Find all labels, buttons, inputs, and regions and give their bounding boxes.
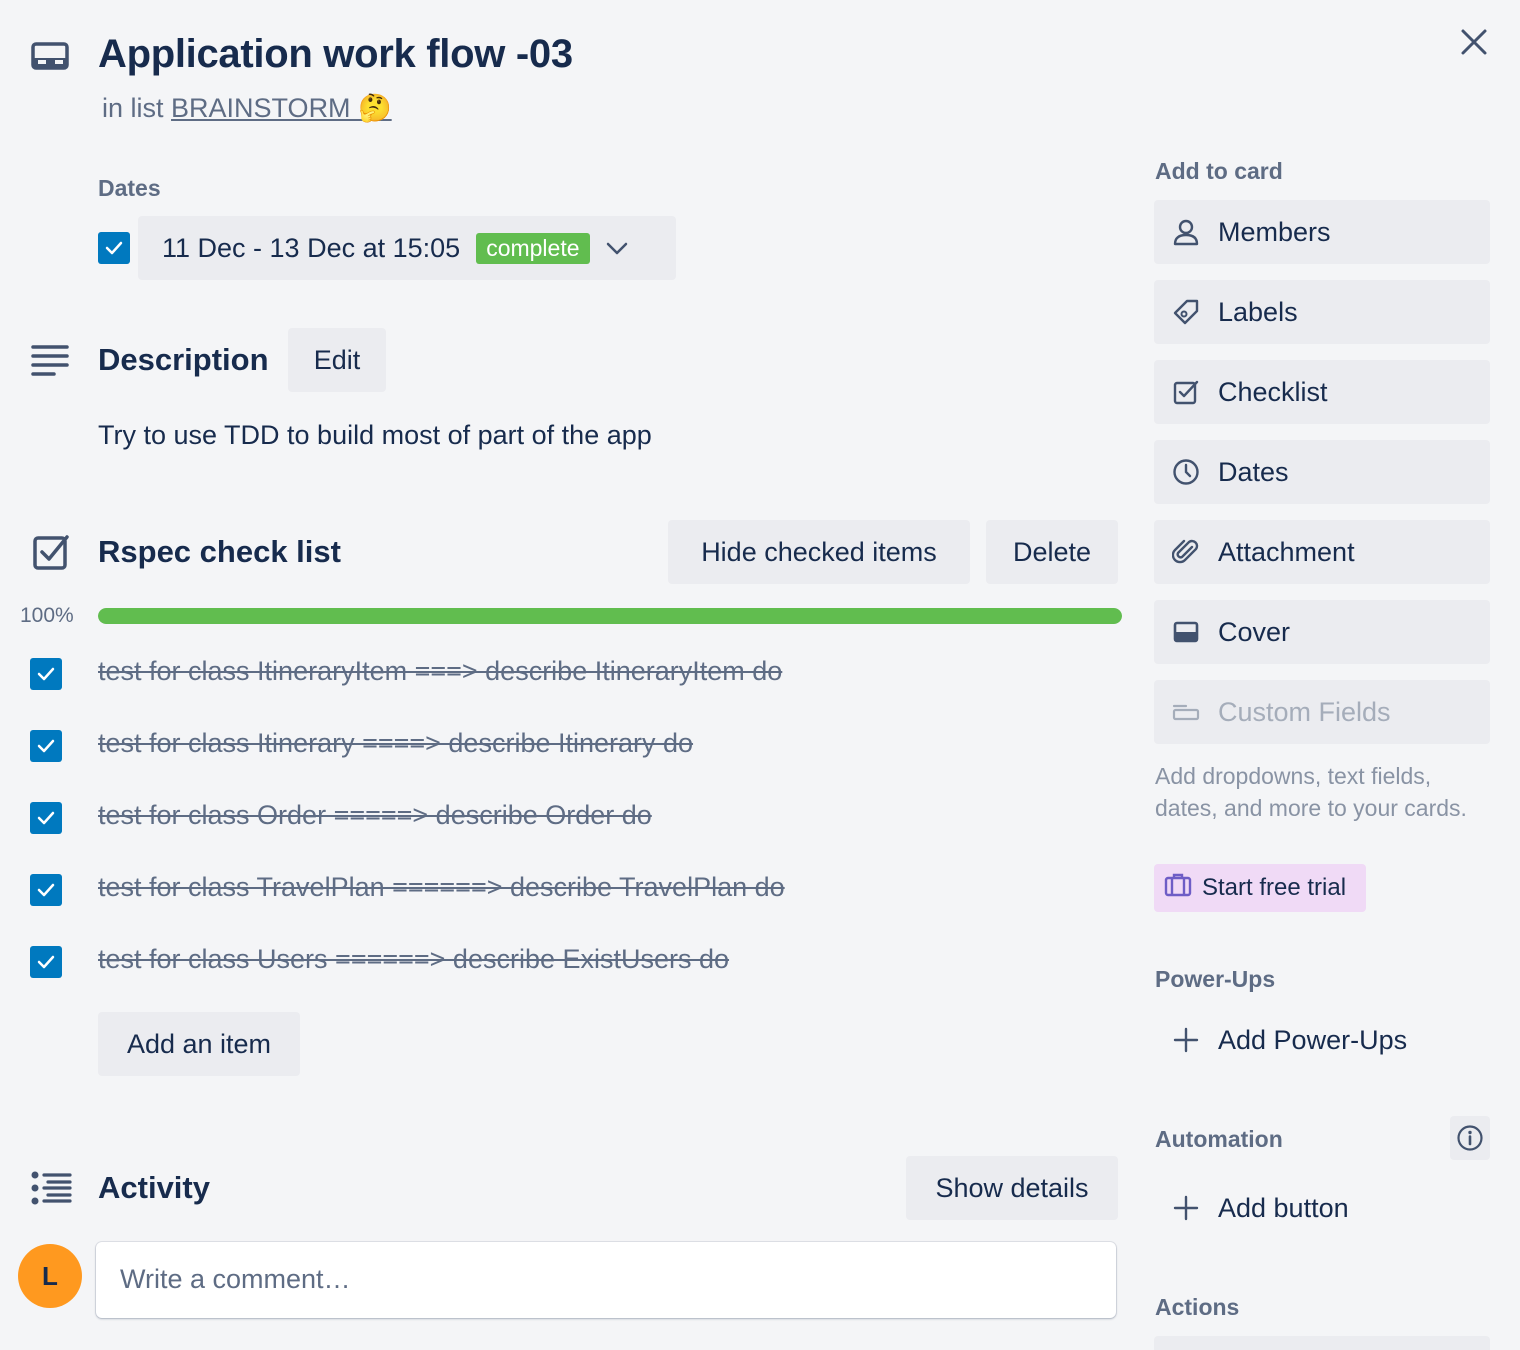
close-icon [1461,29,1487,55]
attachment-label: Attachment [1218,536,1355,567]
description-icon [30,343,70,377]
description-title: Description [98,342,269,377]
plus-icon [1172,1194,1200,1222]
add-button-label: Add button [1218,1192,1349,1223]
check-icon [37,811,55,825]
edit-description-button[interactable]: Edit [288,328,386,392]
dates-complete-checkbox[interactable] [98,232,130,264]
labels-label: Labels [1218,296,1298,327]
in-list-text: in list BRAINSTORM 🤔 [102,92,392,124]
plus-icon [1172,1026,1200,1054]
checklist-item[interactable]: test for class ItineraryItem ===> descri… [30,650,1120,722]
comment-input[interactable]: Write a comment… [96,1242,1116,1318]
activity-icon [30,1170,72,1206]
checklist-icon [32,533,70,571]
custom-fields-icon [1172,698,1200,726]
person-icon [1172,218,1200,246]
checkbox-icon [1172,378,1200,406]
checklist-item[interactable]: test for class Users ======> describe Ex… [30,938,1120,1010]
power-ups-label: Power-Ups [1155,966,1276,992]
list-name-link[interactable]: BRAINSTORM 🤔 [171,93,392,123]
checklist-item-checkbox[interactable] [30,946,62,978]
close-button[interactable] [1454,22,1494,62]
hide-checked-items-button[interactable]: Hide checked items [668,520,970,584]
status-badge: complete [476,232,590,264]
description-text[interactable]: Try to use TDD to build most of part of … [98,420,652,451]
automation-label: Automation [1155,1126,1283,1152]
progress-bar-fill [98,608,1122,624]
info-icon [1457,1125,1483,1151]
checklist-item-text[interactable]: test for class Order =====> describe Ord… [98,800,652,831]
check-icon [37,955,55,969]
checklist-item[interactable]: test for class TravelPlan ======> descri… [30,866,1120,938]
delete-checklist-button[interactable]: Delete [986,520,1118,584]
checklist-item[interactable]: test for class Itinerary ====> describe … [30,722,1120,794]
custom-fields-note: Add dropdowns, text fields, dates, and m… [1155,763,1467,821]
tag-icon [1172,298,1200,326]
add-button-button[interactable]: Add button [1154,1176,1490,1240]
checklist-item-checkbox[interactable] [30,730,62,762]
check-icon [37,667,55,681]
avatar[interactable]: L [18,1244,82,1308]
custom-fields-label: Custom Fields [1218,696,1391,727]
dates-button-label: Dates [1218,456,1289,487]
cover-button[interactable]: Cover [1154,600,1490,664]
chevron-down-icon [604,235,630,261]
checklist-item-text[interactable]: test for class Itinerary ====> describe … [98,728,693,759]
actions-label: Actions [1155,1294,1240,1320]
add-power-ups-button[interactable]: Add Power-Ups [1154,1008,1490,1072]
automation-info-button[interactable] [1450,1116,1490,1160]
check-icon [37,883,55,897]
attachment-button[interactable]: Attachment [1154,520,1490,584]
progress-percent: 100% [20,604,74,627]
start-free-trial-label: Start free trial [1202,874,1347,901]
paperclip-icon [1172,538,1200,566]
start-free-trial-button[interactable]: Start free trial [1154,864,1366,912]
checklist-item[interactable]: test for class Order =====> describe Ord… [30,794,1120,866]
checklist-item-checkbox[interactable] [30,874,62,906]
checklist-title: Rspec check list [98,534,341,569]
dates-range: 11 Dec - 13 Dec at 15:05 [162,232,461,263]
checklist-button-label: Checklist [1218,376,1328,407]
check-icon [105,241,123,255]
members-button[interactable]: Members [1154,200,1490,264]
dates-sidebar-button[interactable]: Dates [1154,440,1490,504]
card-icon [30,38,70,74]
checklist-button[interactable]: Checklist [1154,360,1490,424]
labels-button[interactable]: Labels [1154,280,1490,344]
checklist-item-checkbox[interactable] [30,658,62,690]
cover-label: Cover [1218,616,1291,647]
checklist-item-checkbox[interactable] [30,802,62,834]
members-label: Members [1218,216,1331,247]
show-details-button[interactable]: Show details [906,1156,1118,1220]
checklist-item-text[interactable]: test for class Users ======> describe Ex… [98,944,729,975]
custom-fields-button: Custom Fields [1154,680,1490,744]
add-power-ups-label: Add Power-Ups [1218,1024,1408,1055]
dates-button[interactable]: 11 Dec - 13 Dec at 15:05 complete [138,216,676,280]
in-list-prefix: in list [102,93,164,123]
clock-icon [1172,458,1200,486]
activity-title: Activity [98,1170,210,1205]
briefcase-icon [1164,872,1192,905]
add-to-card-label: Add to card [1155,158,1283,184]
checklist-item-text[interactable]: test for class TravelPlan ======> descri… [98,872,785,903]
progress-bar [98,608,1122,624]
checklist-items: test for class ItineraryItem ===> descri… [30,650,1120,1010]
checklist-item-text[interactable]: test for class ItineraryItem ===> descri… [98,656,782,687]
check-icon [37,739,55,753]
dates-label: Dates [98,175,161,201]
actions-first-button[interactable] [1154,1336,1490,1350]
cover-icon [1172,618,1200,646]
add-item-button[interactable]: Add an item [98,1012,300,1076]
card-title[interactable]: Application work flow -03 [98,32,573,77]
